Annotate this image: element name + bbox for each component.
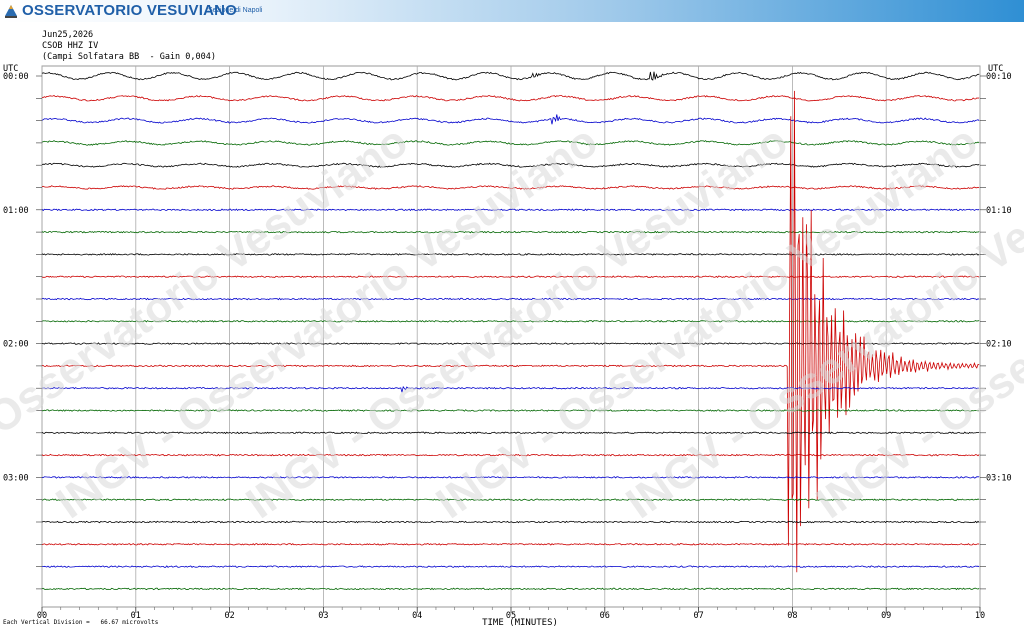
scale-note: Each Vertical Division = 66.67 microvolt… [3, 619, 159, 626]
x-axis-title: TIME (MINUTES) [482, 618, 558, 628]
left-time-label: 01:00 [3, 206, 29, 216]
right-time-label: 00:10 [986, 72, 1012, 82]
left-time-label: 02:00 [3, 340, 29, 350]
left-time-label: 03:00 [3, 473, 29, 483]
x-tick-label: 06 [600, 611, 610, 621]
seismogram-chart: INGV - Osservatorio VesuvianoINGV - Osse… [0, 64, 1024, 628]
right-time-label: 02:10 [986, 340, 1012, 350]
x-tick-label: 04 [412, 611, 422, 621]
x-tick-label: 07 [693, 611, 703, 621]
right-time-label: 01:10 [986, 206, 1012, 216]
x-tick-label: 03 [318, 611, 328, 621]
x-tick-label: 09 [881, 611, 891, 621]
x-tick-label: 10 [975, 611, 985, 621]
left-time-label: 00:00 [3, 72, 29, 82]
right-time-label: 03:10 [986, 473, 1012, 483]
trace-row-22 [41, 565, 980, 568]
watermark: INGV - Osservatorio VesuvianoINGV - Osse… [0, 116, 1024, 528]
x-tick-label: 08 [787, 611, 797, 621]
x-tick-label: 02 [224, 611, 234, 621]
